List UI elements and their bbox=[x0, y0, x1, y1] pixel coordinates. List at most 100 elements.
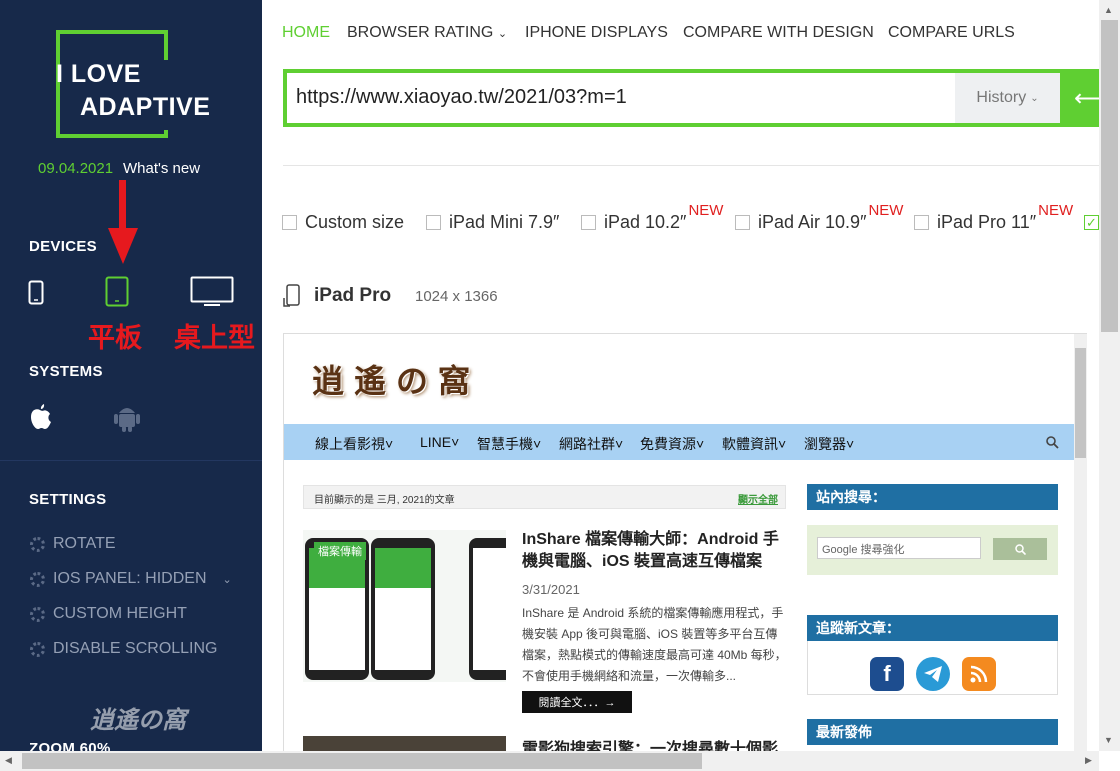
chevron-down-icon: ⌄ bbox=[1030, 92, 1039, 104]
go-button[interactable]: ⟵ bbox=[1060, 69, 1108, 127]
article-title[interactable]: InShare 檔案傳輸大師：Android 手機與電腦、iOS 裝置高速互傳檔… bbox=[522, 529, 790, 573]
site-menu-item[interactable]: 網路社群˅ bbox=[559, 434, 623, 454]
article-tag[interactable]: 檔案傳輸 bbox=[314, 542, 366, 560]
show-all-link[interactable]: 顯示全部 bbox=[738, 491, 778, 506]
device-resolution: 1024 x 1366 bbox=[415, 288, 498, 305]
site-menu-item[interactable]: 免費資源˅ bbox=[640, 434, 704, 454]
gear-icon bbox=[30, 641, 45, 657]
gear-icon bbox=[30, 606, 45, 622]
phone-graphic bbox=[469, 538, 506, 680]
telegram-icon[interactable] bbox=[916, 657, 950, 691]
site-search-button[interactable] bbox=[993, 538, 1047, 560]
setting-label: CUSTOM HEIGHT bbox=[53, 605, 187, 622]
nav-iphone-displays[interactable]: IPHONE DISPLAYS bbox=[525, 24, 668, 42]
tablet-rotate-icon bbox=[283, 284, 300, 307]
setting-disable-scrolling[interactable]: DISABLE SCROLLING bbox=[30, 640, 218, 658]
sidebar-divider bbox=[0, 460, 262, 461]
nav-compare-urls[interactable]: COMPARE URLS bbox=[888, 24, 1015, 42]
chevron-down-icon: ⌄ bbox=[222, 573, 232, 586]
mobile-device-icon[interactable] bbox=[28, 280, 44, 306]
zoom-level[interactable]: ZOOM 60% bbox=[29, 740, 111, 751]
chevron-down-icon: ⌄ bbox=[497, 28, 508, 40]
device-option-ipad-pro-11[interactable]: iPad Pro 11″ NEW bbox=[914, 202, 1073, 233]
gear-icon bbox=[30, 571, 45, 587]
rss-waves-icon bbox=[970, 665, 988, 683]
facebook-icon[interactable]: f bbox=[870, 657, 904, 691]
checkbox-checked[interactable]: ✓ bbox=[1084, 215, 1099, 230]
android-icon[interactable] bbox=[113, 401, 141, 433]
divider bbox=[283, 165, 1099, 166]
setting-label: IOS PANEL: HIDDEN bbox=[53, 570, 207, 587]
site-menu-item[interactable]: 智慧手機˅ bbox=[477, 434, 541, 454]
checkbox[interactable] bbox=[581, 215, 596, 230]
site-search-input[interactable]: Google 搜尋強化 bbox=[817, 537, 981, 559]
devices-title: DEVICES bbox=[29, 238, 97, 255]
setting-ios-panel[interactable]: IOS PANEL: HIDDEN ⌄ bbox=[30, 570, 232, 588]
logo-text-line2[interactable]: ADAPTIVE bbox=[80, 93, 215, 122]
arrow-down-annotation-icon bbox=[108, 180, 138, 264]
checkbox[interactable] bbox=[914, 215, 929, 230]
article-excerpt: InShare 是 Android 系統的檔案傳輸應用程式，手機安裝 App 後… bbox=[522, 606, 787, 683]
nav-label: BROWSER RATING bbox=[347, 24, 494, 41]
scroll-right-icon[interactable]: ▶ bbox=[1085, 755, 1092, 766]
checkbox[interactable] bbox=[735, 215, 750, 230]
phone-graphic bbox=[371, 538, 435, 680]
device-label: iPad Mini 7.9″ bbox=[449, 212, 560, 232]
site-menu-item[interactable]: 軟體資訊˅ bbox=[722, 434, 786, 454]
gear-icon bbox=[30, 536, 45, 552]
setting-rotate[interactable]: ROTATE bbox=[30, 535, 116, 553]
sidebar: I LOVE ADAPTIVE 09.04.2021 What's new DE… bbox=[0, 0, 262, 751]
device-label: iPad 10.2″ bbox=[604, 212, 687, 232]
device-option-custom[interactable]: Custom size bbox=[282, 212, 404, 233]
desktop-device-icon[interactable] bbox=[190, 276, 234, 308]
device-name: iPad Pro bbox=[314, 285, 392, 306]
site-menu-item[interactable]: 線上看影視˅ bbox=[315, 434, 393, 454]
device-option-ipad-mini[interactable]: iPad Mini 7.9″ bbox=[426, 212, 559, 233]
nav-compare-design[interactable]: COMPARE WITH DESIGN bbox=[683, 24, 874, 42]
new-badge: NEW bbox=[1038, 202, 1074, 219]
systems-title: SYSTEMS bbox=[29, 363, 103, 380]
history-label: History bbox=[976, 89, 1027, 106]
version-date: 09.04.2021 bbox=[38, 160, 114, 177]
follow-widget-title: 追蹤新文章： bbox=[807, 615, 1058, 641]
new-badge: NEW bbox=[868, 202, 904, 219]
history-dropdown[interactable]: History ⌄ bbox=[955, 73, 1060, 123]
site-menu-item[interactable]: 瀏覽器˅ bbox=[804, 434, 854, 454]
whats-new-link[interactable]: What's new bbox=[123, 160, 200, 177]
preview-scrollbar-thumb[interactable] bbox=[1075, 348, 1086, 458]
scroll-down-icon[interactable]: ▼ bbox=[1104, 735, 1113, 745]
annotation-tablet: 平板 bbox=[88, 323, 142, 353]
setting-custom-height[interactable]: CUSTOM HEIGHT bbox=[30, 605, 187, 623]
rss-icon[interactable] bbox=[962, 657, 996, 691]
page-horizontal-scrollbar-thumb[interactable] bbox=[22, 753, 702, 769]
nav-home[interactable]: HOME bbox=[282, 24, 330, 42]
search-icon[interactable] bbox=[1046, 436, 1059, 449]
scroll-up-icon[interactable]: ▲ bbox=[1104, 5, 1113, 15]
nav-browser-rating[interactable]: BROWSER RATING ⌄ bbox=[347, 24, 507, 42]
tablet-device-icon[interactable] bbox=[105, 276, 129, 308]
read-more-button[interactable]: 閱讀全文．．．→ bbox=[522, 691, 632, 713]
setting-label: DISABLE SCROLLING bbox=[53, 640, 218, 657]
settings-title: SETTINGS bbox=[29, 491, 107, 508]
latest-widget-title: 最新發佈 bbox=[807, 719, 1058, 745]
site-logo[interactable]: 逍遙の窩 bbox=[312, 356, 480, 402]
scroll-left-icon[interactable]: ◀ bbox=[5, 755, 12, 766]
url-input[interactable]: https://www.xiaoyao.tw/2021/03?m=1 bbox=[296, 86, 627, 109]
setting-label: ROTATE bbox=[53, 535, 116, 552]
checkbox[interactable] bbox=[282, 215, 297, 230]
search-icon bbox=[1014, 543, 1026, 555]
annotation-desktop: 桌上型 bbox=[174, 323, 255, 353]
paper-plane-icon bbox=[924, 666, 942, 682]
device-label: iPad Air 10.9″ bbox=[758, 212, 867, 232]
watermark: 逍遙の窩 bbox=[90, 707, 186, 734]
archive-text: 目前顯示的是 三月, 2021的文章 bbox=[314, 495, 455, 506]
device-option-ipad-10[interactable]: iPad 10.2″ NEW bbox=[581, 202, 723, 233]
page-vertical-scrollbar-thumb[interactable] bbox=[1101, 20, 1118, 332]
device-label: iPad Pro 11″ bbox=[937, 212, 1037, 232]
checkbox[interactable] bbox=[426, 215, 441, 230]
site-menu-item[interactable]: LINE˅ bbox=[420, 434, 459, 450]
device-label: Custom size bbox=[305, 212, 405, 232]
device-option-ipad-air[interactable]: iPad Air 10.9″ NEW bbox=[735, 202, 903, 233]
logo-text-line1[interactable]: I LOVE bbox=[56, 60, 141, 89]
apple-icon[interactable] bbox=[28, 402, 52, 430]
